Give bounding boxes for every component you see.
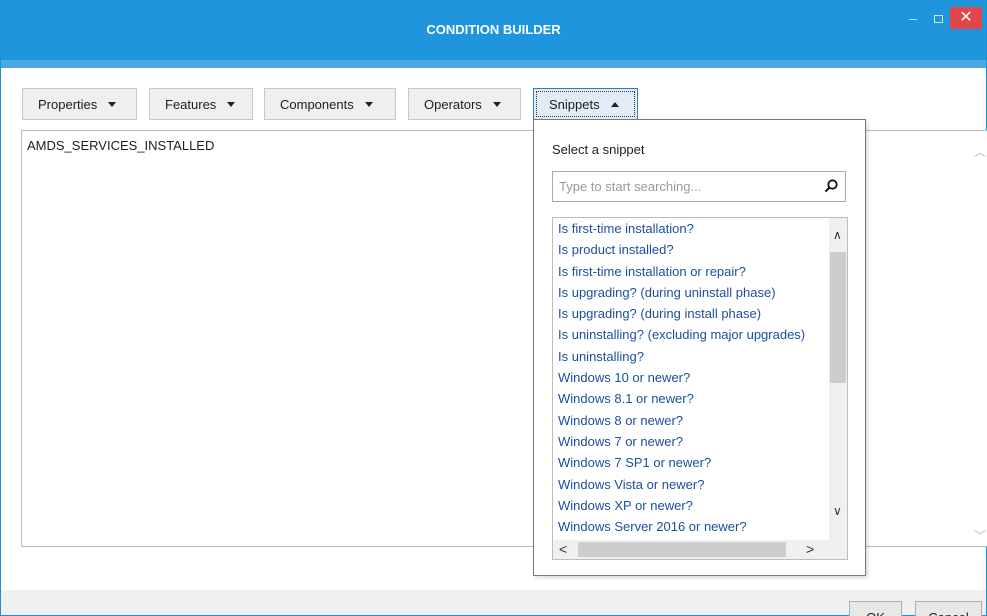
title-bar-accent (1, 60, 986, 68)
list-item[interactable]: Is upgrading? (during install phase) (553, 303, 830, 324)
components-label: Components (280, 96, 354, 112)
properties-dropdown[interactable]: Properties (22, 88, 137, 120)
list-item[interactable]: Windows 10 or newer? (553, 367, 830, 388)
snippets-dropdown[interactable]: Snippets (533, 88, 638, 120)
snippet-list-items: Is first-time installation? Is product i… (553, 218, 830, 537)
editor-scroll-down-icon[interactable]: ﹀ (974, 527, 986, 543)
operators-label: Operators (424, 96, 482, 112)
list-item[interactable]: Windows 8 or newer? (553, 410, 830, 431)
maximize-icon (933, 15, 943, 23)
chevron-down-icon (108, 101, 117, 107)
list-item[interactable]: Is uninstalling? (excluding major upgrad… (553, 324, 830, 345)
list-item[interactable]: Windows Vista or newer? (553, 474, 830, 495)
snippets-popup: Select a snippet Type to start searching… (533, 119, 866, 576)
vertical-scroll-thumb[interactable] (830, 252, 846, 383)
snippet-list[interactable]: Is first-time installation? Is product i… (552, 217, 848, 560)
list-item[interactable]: Windows Server 2016 or newer? (553, 516, 830, 537)
focus-rectangle (536, 91, 635, 117)
list-item[interactable]: Is uninstalling? (553, 346, 830, 367)
chevron-down-icon (227, 101, 236, 107)
cancel-button[interactable]: Cancel (915, 601, 982, 616)
ok-button[interactable]: OK (849, 601, 902, 616)
close-button[interactable]: ✕ (950, 7, 982, 29)
footer-bar (1, 590, 986, 615)
features-label: Features (165, 96, 217, 112)
list-item[interactable]: Windows 7 or newer? (553, 431, 830, 452)
chevron-down-icon (492, 101, 501, 107)
scroll-left-icon[interactable]: < (559, 541, 567, 557)
search-icon[interactable] (823, 178, 839, 194)
horizontal-scrollbar[interactable]: < > (553, 540, 830, 559)
minimize-button[interactable]: – (900, 8, 926, 30)
scrollbar-corner (830, 540, 847, 559)
list-item[interactable]: Is product installed? (553, 239, 830, 260)
operators-dropdown[interactable]: Operators (408, 88, 521, 120)
list-item[interactable]: Windows 8.1 or newer? (553, 388, 830, 409)
scroll-right-icon[interactable]: > (806, 541, 814, 557)
chevron-down-icon (364, 101, 373, 107)
snippet-search-input[interactable]: Type to start searching... (552, 171, 846, 202)
list-item[interactable]: Is first-time installation? (553, 218, 830, 239)
vertical-scrollbar[interactable]: ∧ ∨ (829, 218, 847, 540)
condition-builder-window: CONDITION BUILDER – ✕ Properties Feature… (0, 0, 987, 616)
features-dropdown[interactable]: Features (149, 88, 253, 120)
components-dropdown[interactable]: Components (264, 88, 396, 120)
editor-scroll-up-icon[interactable]: ︿ (974, 143, 986, 159)
search-placeholder: Type to start searching... (559, 179, 702, 194)
horizontal-scroll-thumb[interactable] (578, 542, 786, 557)
popup-heading: Select a snippet (552, 142, 645, 157)
maximize-button[interactable] (925, 8, 951, 30)
properties-label: Properties (38, 96, 98, 112)
list-item[interactable]: Is upgrading? (during uninstall phase) (553, 282, 830, 303)
scroll-down-icon[interactable]: ∨ (833, 504, 842, 518)
list-item[interactable]: Windows XP or newer? (553, 495, 830, 516)
list-item[interactable]: Is first-time installation or repair? (553, 261, 830, 282)
window-title: CONDITION BUILDER (426, 22, 561, 37)
scroll-up-icon[interactable]: ∧ (833, 228, 842, 242)
list-item[interactable]: Windows 7 SP1 or newer? (553, 452, 830, 473)
condition-text: AMDS_SERVICES_INSTALLED (27, 138, 215, 153)
